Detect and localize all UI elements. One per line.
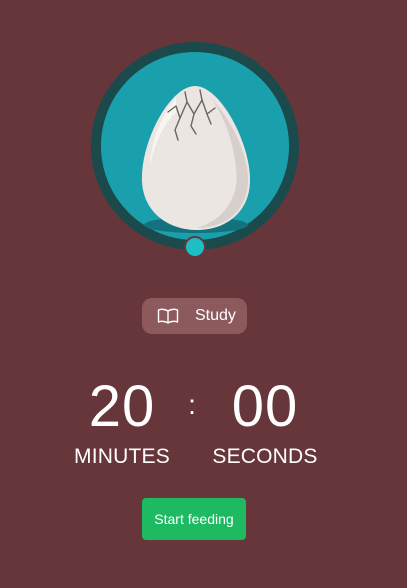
- start-feeding-button[interactable]: Start feeding: [142, 498, 246, 540]
- time-separator: :: [188, 389, 196, 420]
- seconds-label: SECONDS: [212, 445, 318, 468]
- egg-timer-dial: [90, 42, 300, 260]
- countdown-timer: 20 : 00 MINUTES SECONDS: [0, 372, 407, 472]
- tag-selector[interactable]: Study: [142, 298, 247, 334]
- minutes-value[interactable]: 20: [72, 372, 172, 442]
- minutes-label: MINUTES: [74, 445, 170, 468]
- tag-label: Study: [195, 307, 236, 324]
- book-icon: [157, 308, 179, 324]
- seconds-value[interactable]: 00: [215, 372, 315, 442]
- egg-dial-graphic: [91, 42, 299, 258]
- progress-knob[interactable]: [184, 236, 206, 258]
